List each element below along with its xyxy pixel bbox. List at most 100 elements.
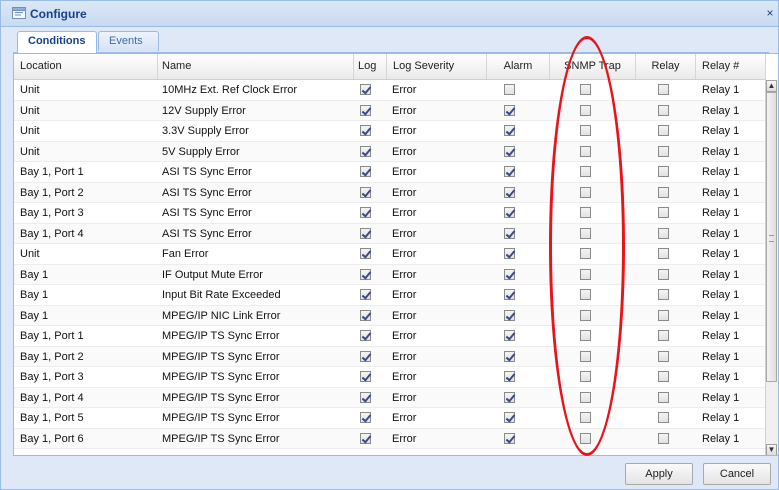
- log-checkbox[interactable]: [360, 166, 371, 177]
- log-checkbox[interactable]: [360, 104, 371, 116]
- table-row[interactable]: Unit Fan Error Error Relay 1: [14, 244, 766, 265]
- snmp-trap-checkbox[interactable]: [580, 330, 591, 341]
- relay-checkbox[interactable]: [658, 104, 669, 116]
- relay-checkbox[interactable]: [658, 432, 669, 444]
- log-checkbox[interactable]: [360, 186, 371, 198]
- snmp-trap-checkbox[interactable]: [580, 432, 591, 444]
- snmp-trap-checkbox[interactable]: [580, 84, 591, 95]
- log-checkbox[interactable]: [360, 227, 371, 239]
- alarm-checkbox[interactable]: [504, 391, 515, 403]
- close-icon[interactable]: ×: [764, 6, 776, 20]
- scrollbar-thumb[interactable]: [766, 92, 777, 382]
- table-row[interactable]: Bay 1, Port 2 MPEG/IP TS Sync Error Error R…: [14, 346, 766, 367]
- relay-checkbox[interactable]: [658, 391, 669, 403]
- snmp-trap-checkbox[interactable]: [580, 412, 591, 423]
- relay-checkbox[interactable]: [658, 166, 669, 177]
- log-checkbox[interactable]: [360, 371, 371, 382]
- alarm-checkbox[interactable]: [504, 268, 515, 280]
- log-checkbox[interactable]: [360, 391, 371, 403]
- alarm-checkbox[interactable]: [504, 186, 515, 198]
- table-row[interactable]: Unit 10MHz Ext. Ref Clock Error Error Relay…: [14, 80, 766, 101]
- column-header-alarm[interactable]: Alarm: [487, 54, 550, 79]
- table-row[interactable]: Unit 5V Supply Error Error Relay 1: [14, 141, 766, 162]
- window-titlebar[interactable]: Configure ×: [1, 1, 778, 27]
- log-checkbox[interactable]: [360, 125, 371, 136]
- relay-checkbox[interactable]: [658, 350, 669, 362]
- relay-checkbox[interactable]: [658, 125, 669, 136]
- table-row[interactable]: Bay 1, Port 1 MPEG/IP TS Sync Error Error R…: [14, 326, 766, 347]
- table-row[interactable]: Bay 1, Port 2 ASI TS Sync Error Error Relay…: [14, 182, 766, 203]
- relay-checkbox[interactable]: [658, 309, 669, 321]
- tab-conditions[interactable]: Conditions: [17, 31, 97, 53]
- table-row[interactable]: Bay 1, Port 5 MPEG/IP TS Sync Error Error R…: [14, 408, 766, 429]
- relay-checkbox[interactable]: [658, 371, 669, 382]
- alarm-checkbox[interactable]: [504, 227, 515, 239]
- relay-checkbox[interactable]: [658, 145, 669, 157]
- column-header-name[interactable]: Name: [158, 54, 354, 79]
- log-checkbox[interactable]: [360, 412, 371, 423]
- column-header-log-severity[interactable]: Log Severity: [387, 54, 487, 79]
- scroll-down-icon[interactable]: ▼: [766, 444, 777, 455]
- table-row[interactable]: Bay 1 IF Output Mute Error Error Relay 1: [14, 264, 766, 285]
- table-row[interactable]: Bay 1, Port 4 MPEG/IP TS Sync Error Error R…: [14, 387, 766, 408]
- relay-checkbox[interactable]: [658, 84, 669, 95]
- relay-checkbox[interactable]: [658, 412, 669, 423]
- column-header-snmp-trap[interactable]: SNMP Trap: [550, 54, 636, 79]
- relay-checkbox[interactable]: [658, 207, 669, 218]
- log-checkbox[interactable]: [360, 268, 371, 280]
- relay-checkbox[interactable]: [658, 248, 669, 259]
- alarm-checkbox[interactable]: [504, 166, 515, 177]
- log-checkbox[interactable]: [360, 350, 371, 362]
- alarm-checkbox[interactable]: [504, 248, 515, 259]
- snmp-trap-checkbox[interactable]: [580, 248, 591, 259]
- alarm-checkbox[interactable]: [504, 145, 515, 157]
- alarm-checkbox[interactable]: [504, 412, 515, 423]
- table-row[interactable]: Bay 1 Input Bit Rate Exceeded Error Relay 1: [14, 285, 766, 306]
- table-row[interactable]: Bay 1, Port 4 ASI TS Sync Error Error Relay…: [14, 223, 766, 244]
- alarm-checkbox[interactable]: [504, 350, 515, 362]
- snmp-trap-checkbox[interactable]: [580, 207, 591, 218]
- snmp-trap-checkbox[interactable]: [580, 391, 591, 403]
- snmp-trap-checkbox[interactable]: [580, 166, 591, 177]
- relay-checkbox[interactable]: [658, 227, 669, 239]
- alarm-checkbox[interactable]: [504, 330, 515, 341]
- alarm-checkbox[interactable]: [504, 207, 515, 218]
- log-checkbox[interactable]: [360, 145, 371, 157]
- table-row[interactable]: Bay 1, Port 1 ASI TS Sync Error Error Relay…: [14, 162, 766, 183]
- snmp-trap-checkbox[interactable]: [580, 350, 591, 362]
- snmp-trap-checkbox[interactable]: [580, 186, 591, 198]
- table-row[interactable]: Bay 1, Port 3 ASI TS Sync Error Error Relay…: [14, 203, 766, 224]
- snmp-trap-checkbox[interactable]: [580, 309, 591, 321]
- snmp-trap-checkbox[interactable]: [580, 227, 591, 239]
- apply-button[interactable]: Apply: [625, 463, 693, 485]
- alarm-checkbox[interactable]: [504, 289, 515, 300]
- scroll-up-icon[interactable]: ▲: [766, 80, 777, 92]
- column-header-log[interactable]: Log: [354, 54, 387, 79]
- relay-checkbox[interactable]: [658, 186, 669, 198]
- log-checkbox[interactable]: [360, 289, 371, 300]
- column-header-relay-number[interactable]: Relay #: [696, 54, 766, 79]
- snmp-trap-checkbox[interactable]: [580, 125, 591, 136]
- alarm-checkbox[interactable]: [504, 309, 515, 321]
- table-row[interactable]: Unit 3.3V Supply Error Error Relay 1: [14, 121, 766, 142]
- alarm-checkbox[interactable]: [504, 371, 515, 382]
- relay-checkbox[interactable]: [658, 289, 669, 300]
- log-checkbox[interactable]: [360, 432, 371, 444]
- table-row[interactable]: Bay 1, Port 6 MPEG/IP TS Sync Error Error R…: [14, 428, 766, 449]
- alarm-checkbox[interactable]: [504, 432, 515, 444]
- column-header-relay[interactable]: Relay: [636, 54, 696, 79]
- alarm-checkbox[interactable]: [504, 104, 515, 116]
- table-row[interactable]: Unit 12V Supply Error Error Relay 1: [14, 100, 766, 121]
- alarm-checkbox[interactable]: [504, 84, 515, 95]
- log-checkbox[interactable]: [360, 330, 371, 341]
- snmp-trap-checkbox[interactable]: [580, 289, 591, 300]
- tab-events[interactable]: Events: [98, 31, 159, 51]
- relay-checkbox[interactable]: [658, 330, 669, 341]
- table-row[interactable]: Bay 1 MPEG/IP NIC Link Error Error Relay 1: [14, 305, 766, 326]
- table-row[interactable]: Bay 1, Port 3 MPEG/IP TS Sync Error Error R…: [14, 367, 766, 388]
- snmp-trap-checkbox[interactable]: [580, 268, 591, 280]
- cancel-button[interactable]: Cancel: [703, 463, 771, 485]
- log-checkbox[interactable]: [360, 309, 371, 321]
- log-checkbox[interactable]: [360, 248, 371, 259]
- snmp-trap-checkbox[interactable]: [580, 145, 591, 157]
